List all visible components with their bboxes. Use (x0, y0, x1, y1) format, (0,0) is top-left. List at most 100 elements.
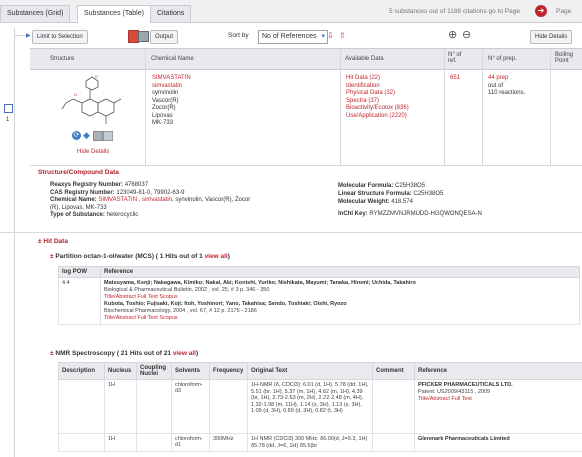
ref-links[interactable]: Title/Abstract Full Text (418, 396, 579, 403)
sort-descending-icon[interactable]: ⇩ (327, 31, 334, 40)
go-page-arrow-icon[interactable]: ➜ (535, 5, 547, 17)
chemical-name-label: Chemical Name: (50, 197, 97, 203)
col-nucleus[interactable]: Nucleus (104, 362, 137, 380)
nmr-section-title[interactable]: ± NMR Spectroscopy ( 21 Hits out of 21 v… (50, 350, 198, 357)
table-row: O O ⟳ ◆ Hide Details SIMVASTATIN simvast… (30, 69, 582, 166)
nmr-count: ( 21 Hits out of 21 (116, 350, 171, 357)
view-all-link[interactable]: view all (173, 350, 196, 357)
diamond-icon[interactable]: ◆ (83, 131, 90, 140)
prep-out-of: out of (488, 82, 504, 89)
sort-select[interactable]: No of References ▾ (258, 30, 328, 44)
col-chemical-name[interactable]: Chemical Name (151, 56, 194, 62)
col-frequency[interactable]: Frequency (209, 362, 248, 380)
ref-journal: Biochemical Pharmacology, 2004 , vol. 67… (104, 308, 257, 314)
chemical-name-primary[interactable]: SIMVASTATIN (152, 75, 191, 83)
zoom-out-icon[interactable]: ⊖ (462, 28, 471, 41)
page-label: Page (556, 8, 572, 15)
expand-icon[interactable]: ⟳ (72, 131, 81, 140)
col-available-data[interactable]: Available Data (345, 56, 384, 62)
col-nmr-reference[interactable]: Reference (414, 362, 582, 380)
col-original-text[interactable]: Original Text (247, 362, 373, 380)
available-data-link[interactable]: Use/Application (2220) (346, 113, 409, 121)
nucleus-value: 1H (104, 379, 137, 434)
col-coupling-nuclei[interactable]: Coupling Nuclei (136, 362, 172, 380)
original-text-value: 1H-NMR (δ, CDCl3): 6.01 (d, 1H), 5.78 (d… (247, 379, 373, 434)
available-data-link[interactable]: Spectra (37) (346, 98, 409, 106)
chemical-name-rest-line2: (R), Lipovas, MK-733 (50, 204, 107, 211)
sort-by-label: Sort by (228, 32, 249, 39)
hide-details-link[interactable]: Hide Details (77, 149, 109, 155)
partition-table: log POW Reference 4.4 Matsuyama, Kenji; … (58, 266, 580, 325)
frequency-value (209, 379, 248, 434)
limit-to-selection-button[interactable]: Limit to Selection (32, 30, 88, 44)
col-description[interactable]: Description (58, 362, 105, 380)
copy-icon[interactable] (103, 131, 113, 141)
output-button[interactable]: Output (150, 30, 179, 44)
row-index: 1 (6, 117, 10, 123)
available-data-link[interactable]: Identification (346, 83, 409, 91)
available-data-link[interactable]: Physical Data (32) (346, 90, 409, 98)
nmr-table: Description Nucleus Coupling Nuclei Solv… (58, 362, 582, 452)
partition-title: Partition octan-1-ol/water (MCS) (55, 253, 154, 260)
col-reference[interactable]: Reference (100, 266, 580, 278)
chevron-down-icon: ▾ (321, 33, 325, 40)
ref-links[interactable]: Title/Abstract Full Text Scopus (104, 294, 576, 301)
grid-icon[interactable] (93, 131, 103, 141)
col-n-prep[interactable]: N° of prep. (488, 56, 517, 62)
nmr-count-close: ) (195, 350, 199, 357)
view-all-link[interactable]: view all (205, 253, 228, 260)
row-select-checkbox[interactable] (4, 104, 13, 113)
synonym: Zocor(R) (152, 105, 176, 111)
hide-details-button[interactable]: Hide Details (530, 30, 573, 44)
available-data-list: Hit Data (22) Identification Physical Da… (346, 75, 409, 120)
col-solvents[interactable]: Solvents (171, 362, 210, 380)
toolbar: Limit to Selection Output Sort by No of … (30, 28, 582, 44)
n-prep-value[interactable]: 44 prep out of 110 reactions. (488, 75, 525, 98)
ref-title: Glenmark Pharmaceuticals Limited (418, 436, 510, 442)
chemical-name-link[interactable]: SIMVASTATIN , simvastatin (98, 197, 172, 203)
available-data-link[interactable]: Hit Data (22) (346, 75, 409, 83)
col-boiling-point[interactable]: Boiling Point (555, 52, 580, 64)
reaxys-value: 4768037 (124, 182, 149, 188)
col-comment[interactable]: Comment (372, 362, 415, 380)
col-log-pow[interactable]: log POW (58, 266, 101, 278)
original-text-value: 1H NMR (CDCl3) 300 MHz: δ6.00(d, J=9.3, … (247, 433, 373, 452)
log-pow-value: 4.4 (58, 277, 101, 325)
ref-links[interactable]: Title/Abstract Full Text Scopus (104, 315, 576, 322)
cas-label: CAS Registry Number: (50, 189, 115, 196)
printer-icon[interactable] (138, 31, 149, 42)
partition-section-title[interactable]: ± Partition octan-1-ol/water (MCS) ( 1 H… (50, 253, 230, 260)
mw-value: 418.574 (391, 199, 413, 205)
tab-citations[interactable]: Citations (150, 5, 192, 22)
tab-substances-grid[interactable]: Substances (Grid) (0, 5, 71, 22)
ref-authors: Kubota, Toshio; Fujisaki, Koji; Itoh, Yo… (104, 301, 347, 307)
available-data-link[interactable]: Bioactivity/Ecotox (836) (346, 105, 409, 113)
synonym: synvinolin (152, 90, 179, 96)
molecule-structure-image[interactable]: O O (60, 73, 124, 127)
lsf-value: C25H38O5 (413, 191, 444, 197)
compound-details-left: Reaxys Registry Number: 4768037 CAS Regi… (50, 182, 330, 220)
mw-label: Molecular Weight: (338, 199, 390, 205)
mf-label: Molecular Formula: (338, 183, 394, 189)
tab-substances-table[interactable]: Substances (Table) (77, 5, 151, 23)
compound-details-right: Molecular Formula: C25H38O5 Linear Struc… (338, 182, 578, 218)
section-title: Structure/Compound Data (38, 169, 119, 176)
synonym: Lipovas (152, 112, 173, 119)
expand-toggle-icon[interactable]: ± (50, 350, 54, 357)
sort-ascending-icon[interactable]: ⇧ (339, 31, 346, 40)
solvent-value: chloroform-d3 (171, 379, 210, 434)
hit-data-toggle[interactable]: ± Hit Data (38, 238, 68, 245)
chemical-name-list: SIMVASTATIN simvastatin synvinolin Vasco… (152, 75, 191, 128)
prep-count[interactable]: 44 prep (488, 75, 525, 83)
ref-patent: Patent: US2009/43115 , 2009 (418, 389, 491, 395)
compound-details: Structure/Compound Data (38, 169, 582, 176)
col-n-ref[interactable]: N° of ref. (448, 52, 468, 64)
ref-authors: Matsuyama, Kenji; Nakagawa, Kimiko; Naka… (104, 280, 416, 286)
n-ref-value[interactable]: 651 (450, 75, 460, 81)
synonym: MK-733 (152, 120, 174, 126)
zoom-in-icon[interactable]: ⊕ (448, 28, 457, 41)
chemical-name-secondary[interactable]: simvastatin (152, 83, 191, 91)
expand-toggle-icon[interactable]: ± (50, 253, 54, 260)
col-structure[interactable]: Structure (50, 56, 74, 62)
cas-value: 123049-81-0, 79902-63-9 (116, 189, 185, 196)
